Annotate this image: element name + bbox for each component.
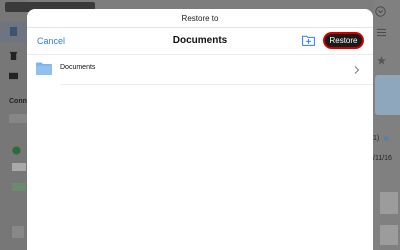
star-icon bbox=[377, 56, 386, 65]
trash-icon bbox=[9, 51, 18, 60]
folder-icon bbox=[36, 62, 52, 75]
background-thumbnail bbox=[12, 226, 24, 238]
divider bbox=[60, 84, 373, 85]
sheet-title: Restore to bbox=[181, 14, 219, 23]
restore-sheet: Restore to Cancel Documents Restore Docu… bbox=[27, 9, 373, 250]
document-icon bbox=[9, 27, 18, 36]
divider bbox=[27, 27, 373, 28]
folder-icon bbox=[9, 72, 18, 80]
background-rating-label: 1) bbox=[373, 135, 380, 142]
background-thumbnail bbox=[12, 163, 26, 171]
background-thumbnail bbox=[12, 183, 26, 191]
restore-button[interactable]: Restore bbox=[323, 32, 364, 49]
background-document-thumbnail bbox=[380, 225, 398, 245]
list-icon bbox=[377, 28, 386, 37]
folder-row-label: Documents bbox=[60, 64, 96, 71]
background-field bbox=[9, 114, 27, 123]
folder-row-documents[interactable]: Documents bbox=[27, 55, 373, 84]
location-title: Documents bbox=[172, 35, 228, 46]
background-thumbnail bbox=[12, 203, 24, 215]
back-icon bbox=[12, 146, 21, 155]
chevron-right-icon bbox=[354, 66, 360, 74]
background-document-thumbnail bbox=[380, 192, 398, 214]
restore-button-label: Restore bbox=[325, 34, 362, 47]
chevron-down-circle-icon bbox=[375, 6, 386, 17]
background-sidebar-heading: Conn bbox=[9, 98, 27, 105]
folder-add-icon[interactable] bbox=[302, 34, 315, 46]
background-date: /11/16 bbox=[373, 155, 392, 162]
background-folder-thumbnail bbox=[375, 75, 400, 115]
star-icon bbox=[382, 134, 390, 142]
